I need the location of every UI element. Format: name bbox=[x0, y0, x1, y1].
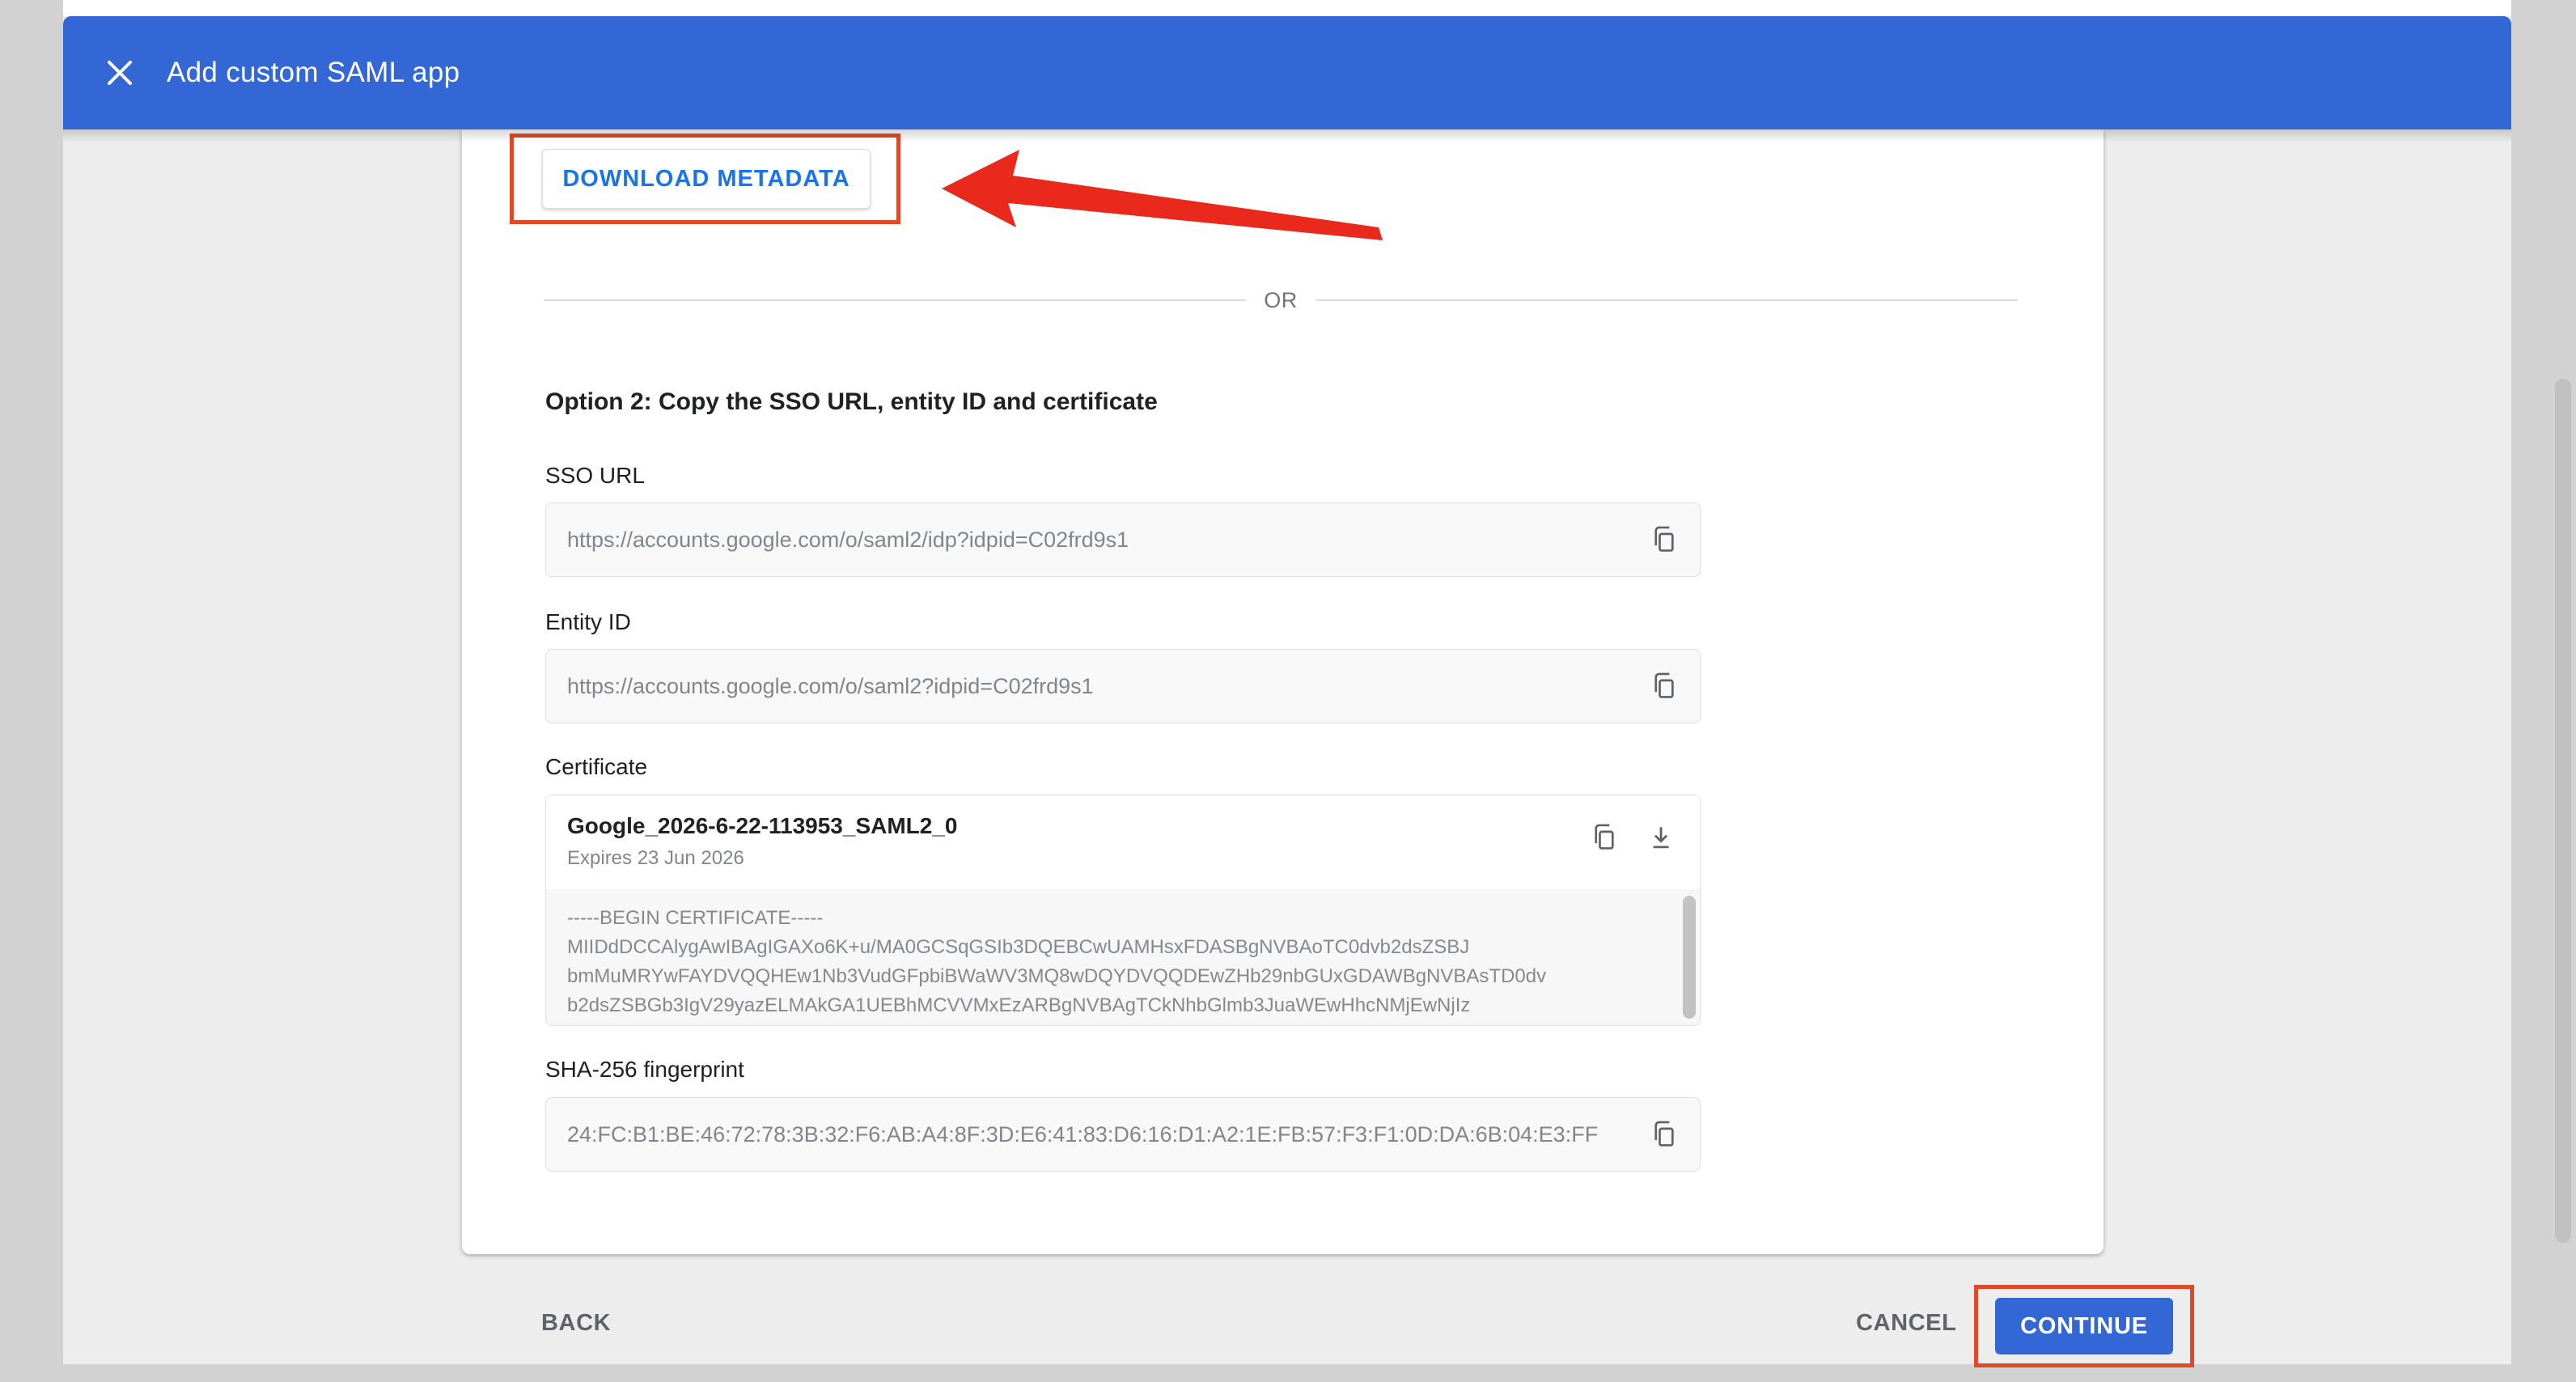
copy-icon bbox=[1589, 822, 1620, 853]
certificate-label: Certificate bbox=[545, 754, 647, 780]
entity-id-value: https://accounts.google.com/o/saml2?idpi… bbox=[567, 674, 1094, 699]
dialog-card: DOWNLOAD METADATA OR Option 2: Copy the … bbox=[462, 129, 2104, 1254]
entity-id-field: https://accounts.google.com/o/saml2?idpi… bbox=[545, 649, 1701, 723]
copy-icon bbox=[1649, 524, 1680, 555]
sha256-label: SHA-256 fingerprint bbox=[545, 1057, 744, 1083]
dialog-header: Add custom SAML app bbox=[63, 16, 2511, 129]
dialog-title: Add custom SAML app bbox=[167, 16, 460, 129]
sha256-value: 24:FC:B1:BE:46:72:78:3B:32:F6:AB:A4:8F:3… bbox=[567, 1122, 1598, 1147]
copy-entity-id-button[interactable] bbox=[1646, 668, 1682, 704]
top-strip bbox=[63, 0, 2511, 16]
sha256-field: 24:FC:B1:BE:46:72:78:3B:32:F6:AB:A4:8F:3… bbox=[545, 1097, 1701, 1172]
copy-icon bbox=[1649, 1119, 1680, 1150]
divider-line-right bbox=[1316, 299, 2018, 301]
certificate-header: Google_2026-6-22-113953_SAML2_0 Expires … bbox=[546, 795, 1700, 889]
entity-id-label: Entity ID bbox=[545, 609, 631, 635]
red-arrow-annotation bbox=[927, 142, 1413, 263]
download-certificate-button[interactable] bbox=[1643, 820, 1679, 855]
scrollbar-thumb[interactable] bbox=[2555, 379, 2571, 1243]
copy-icon bbox=[1649, 671, 1680, 702]
divider-line-left bbox=[544, 299, 1246, 301]
certificate-line: bmMuMRYwFAYDVQQHEw1Nb3VudGFpbiBWaWV3MQ8w… bbox=[567, 962, 1653, 991]
close-icon bbox=[100, 53, 139, 92]
download-metadata-button[interactable]: DOWNLOAD METADATA bbox=[542, 149, 871, 209]
certificate-scrollbar-thumb[interactable] bbox=[1683, 896, 1696, 1019]
sso-url-label: SSO URL bbox=[545, 463, 645, 489]
close-button[interactable] bbox=[100, 53, 139, 92]
copy-sso-url-button[interactable] bbox=[1646, 522, 1682, 557]
copy-certificate-button[interactable] bbox=[1587, 820, 1622, 855]
sso-url-value: https://accounts.google.com/o/saml2/idp?… bbox=[567, 528, 1129, 553]
certificate-name: Google_2026-6-22-113953_SAML2_0 bbox=[567, 813, 958, 839]
certificate-line: -----BEGIN CERTIFICATE----- bbox=[567, 904, 1653, 933]
download-icon bbox=[1646, 822, 1676, 853]
certificate-line: MIIDdDCCAlygAwIBAgIGAXo6K+u/MA0GCSqGSIb3… bbox=[567, 933, 1653, 962]
header-shadow bbox=[63, 129, 2511, 142]
screen: Add custom SAML app DOWNLOAD METADATA OR… bbox=[0, 0, 2576, 1382]
dialog-viewport: Add custom SAML app DOWNLOAD METADATA OR… bbox=[63, 0, 2511, 1364]
certificate-body[interactable]: -----BEGIN CERTIFICATE----- MIIDdDCCAlyg… bbox=[546, 889, 1701, 1025]
certificate-line: b2dsZSBGb3IgV29yazELMAkGA1UEBhMCVVMxEzAR… bbox=[567, 991, 1653, 1020]
copy-sha256-button[interactable] bbox=[1646, 1117, 1682, 1152]
certificate-expiry: Expires 23 Jun 2026 bbox=[567, 847, 744, 870]
continue-button[interactable]: CONTINUE bbox=[1995, 1298, 2173, 1354]
option2-heading: Option 2: Copy the SSO URL, entity ID an… bbox=[545, 388, 1158, 416]
cancel-button[interactable]: CANCEL bbox=[1851, 1309, 1961, 1337]
sso-url-field: https://accounts.google.com/o/saml2/idp?… bbox=[545, 502, 1701, 577]
divider-label: OR bbox=[1264, 288, 1298, 313]
certificate-card: Google_2026-6-22-113953_SAML2_0 Expires … bbox=[545, 795, 1701, 1026]
back-button[interactable]: BACK bbox=[536, 1309, 616, 1337]
or-divider: OR bbox=[544, 288, 2018, 312]
